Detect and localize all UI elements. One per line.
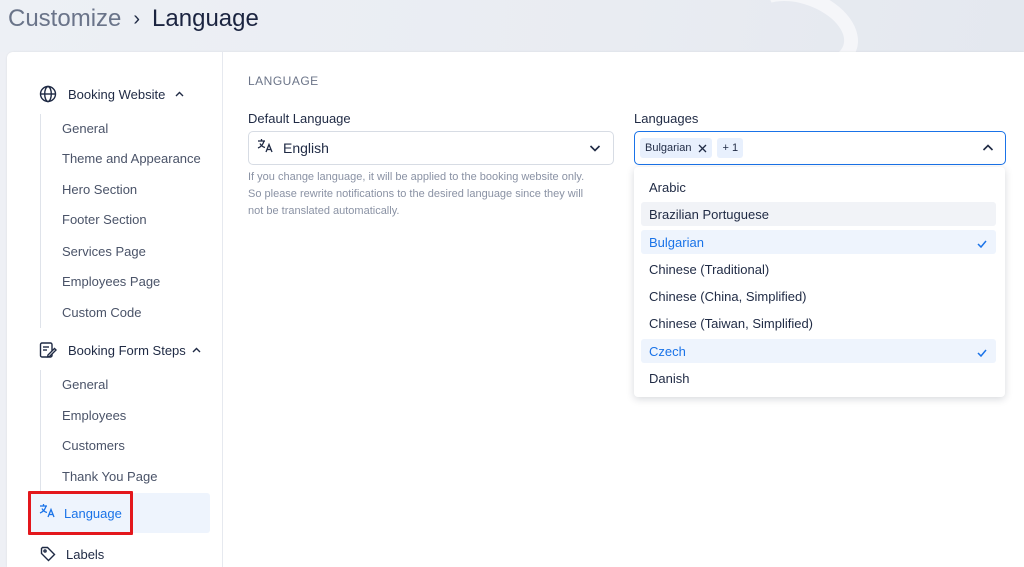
sidebar-item-thank-you-page[interactable]: Thank You Page xyxy=(62,468,157,486)
form-edit-icon xyxy=(39,341,57,359)
option-label: Chinese (Traditional) xyxy=(649,261,770,277)
default-language-select[interactable]: English xyxy=(248,131,614,165)
breadcrumb-parent[interactable]: Customize xyxy=(8,5,121,33)
option-label: Czech xyxy=(649,343,686,359)
sidebar-item-theme-appearance[interactable]: Theme and Appearance xyxy=(62,150,201,168)
check-icon xyxy=(977,345,987,360)
chevron-up-icon[interactable] xyxy=(192,345,201,356)
default-language-label: Default Language xyxy=(248,111,351,126)
option-label: Bulgarian xyxy=(649,234,704,250)
language-option[interactable]: Chinese (Taiwan, Simplified) xyxy=(641,311,996,335)
breadcrumb-separator: › xyxy=(133,7,141,30)
language-option[interactable]: Arabic xyxy=(641,175,996,199)
sidebar-item-custom-code[interactable]: Custom Code xyxy=(62,304,141,322)
sidebar-item-services-page[interactable]: Services Page xyxy=(62,243,146,261)
option-label: Chinese (China, Simplified) xyxy=(649,288,807,304)
help-line: If you change language, it will be appli… xyxy=(248,171,585,183)
sidebar-item-label: Labels xyxy=(66,546,105,562)
section-title: LANGUAGE xyxy=(248,74,319,88)
language-option[interactable]: Brazilian Portuguese xyxy=(641,202,996,226)
settings-card: Booking Website General Theme and Appear… xyxy=(7,52,1024,567)
sidebar-item-hero-section[interactable]: Hero Section xyxy=(62,181,137,199)
sidebar-group-booking-form-steps[interactable]: Booking Form Steps xyxy=(39,339,201,361)
language-option[interactable]: Danish xyxy=(641,366,996,390)
language-chip: Bulgarian xyxy=(640,138,713,158)
language-option[interactable]: Chinese (China, Simplified) xyxy=(641,284,996,308)
sidebar-item-form-general[interactable]: General xyxy=(62,376,108,394)
sidebar-item-general[interactable]: General xyxy=(62,120,108,138)
sidebar-item-customers[interactable]: Customers xyxy=(62,437,125,455)
submenu-line xyxy=(40,114,41,328)
default-language-help: If you change language, it will be appli… xyxy=(248,169,620,220)
language-option[interactable]: Chinese (Traditional) xyxy=(641,257,996,281)
help-line: not be translated automatically. xyxy=(248,205,400,217)
chevron-down-icon[interactable] xyxy=(589,141,601,160)
sidebar-item-employees[interactable]: Employees xyxy=(62,407,126,425)
default-language-value: English xyxy=(283,140,329,156)
languages-dropdown: Arabic Brazilian Portuguese Bulgarian Ch… xyxy=(634,167,1005,397)
option-label: Arabic xyxy=(649,179,686,195)
sidebar-group-booking-website[interactable]: Booking Website xyxy=(39,83,184,105)
sidebar-group-label: Booking Website xyxy=(68,86,166,102)
sidebar-group-label: Booking Form Steps xyxy=(68,342,186,358)
page-title: Language xyxy=(152,5,259,32)
close-icon[interactable] xyxy=(698,144,707,153)
help-line: So please rewrite notifications to the d… xyxy=(248,188,584,200)
globe-icon xyxy=(39,85,57,103)
option-label: Chinese (Taiwan, Simplified) xyxy=(649,315,814,331)
language-option-selected[interactable]: Czech xyxy=(641,339,996,363)
chip-label: Bulgarian xyxy=(645,142,692,154)
option-label: Brazilian Portuguese xyxy=(649,206,769,222)
submenu-line xyxy=(40,370,41,494)
languages-multiselect[interactable]: Bulgarian + 1 xyxy=(634,131,1006,165)
more-chip[interactable]: + 1 xyxy=(717,138,744,158)
language-option-selected[interactable]: Bulgarian xyxy=(641,230,996,254)
breadcrumb: Customize › Language xyxy=(8,4,259,34)
highlight-annotation xyxy=(28,491,133,535)
chevron-up-icon[interactable] xyxy=(982,141,994,160)
sidebar-item-employees-page[interactable]: Employees Page xyxy=(62,273,160,291)
chevron-up-icon[interactable] xyxy=(175,89,184,100)
translate-icon xyxy=(257,138,274,158)
check-icon xyxy=(977,236,987,251)
languages-label: Languages xyxy=(634,111,699,126)
sidebar: Booking Website General Theme and Appear… xyxy=(7,52,223,567)
sidebar-item-labels[interactable]: Labels xyxy=(39,544,104,564)
tag-icon xyxy=(39,545,57,563)
page-header: Customize › Language xyxy=(0,0,1024,89)
option-label: Danish xyxy=(649,370,690,386)
sidebar-item-footer-section[interactable]: Footer Section xyxy=(62,211,147,229)
